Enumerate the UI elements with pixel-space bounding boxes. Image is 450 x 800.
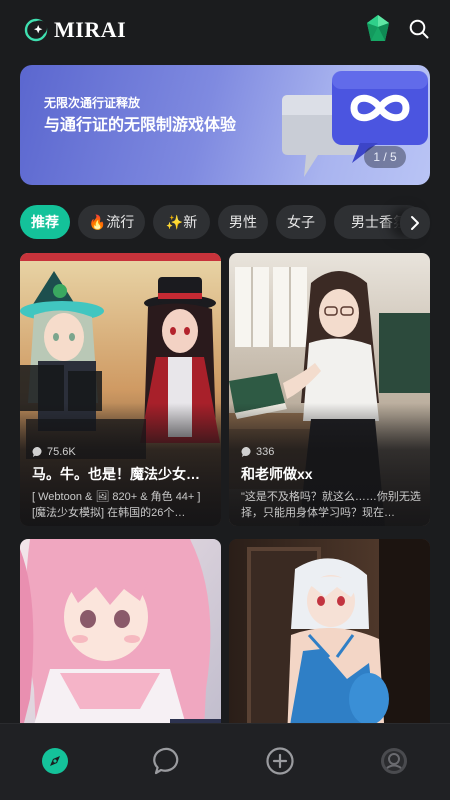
tabs-scroll-right-button[interactable] — [400, 207, 430, 239]
tab-male[interactable]: 男性 — [218, 205, 268, 239]
search-icon[interactable] — [408, 18, 430, 40]
promo-banner[interactable]: 无限次通行证释放 与通行证的无限制游戏体验 — [20, 65, 430, 185]
card-description: [ Webtoon & 🖼 820+ & 角色 44+ ] [魔法少女模拟] 在… — [32, 491, 201, 519]
plus-circle-icon[interactable] — [265, 746, 295, 776]
card-title: 马。牛。也是！魔法少女… — [32, 466, 200, 482]
card-title: 和老师做xx — [241, 466, 313, 482]
card-views-count: 336 — [256, 446, 275, 458]
tab-new[interactable]: ✨新 — [153, 205, 210, 239]
tab-recommended[interactable]: 推荐 — [20, 205, 70, 239]
speech-bubble-infinity-art — [282, 71, 428, 177]
story-card[interactable]: 336 和老师做xx "这是不及格吗？就这么……你别无选择，只能用身体学习吗？现… — [229, 253, 430, 526]
card-description: "这是不及格吗？就这么……你别无选择，只能用身体学习吗？现在… — [241, 491, 421, 519]
app-name: MIRAI — [54, 17, 127, 42]
card-views-count: 75.6K — [47, 446, 76, 458]
banner-page-indicator: 1 / 5 — [364, 146, 406, 168]
chat-bubble-small-icon — [241, 446, 251, 457]
app-screen: MIRAI 无限次通行证释放 与通行证的无限制游戏体验 1 / 5 推荐 🔥流行… — [0, 0, 450, 800]
bottom-navigation — [0, 723, 450, 800]
card-views: 336 — [241, 444, 274, 460]
chevron-right-icon — [411, 216, 419, 230]
top-header: MIRAI — [0, 0, 450, 58]
story-card[interactable]: 75.6K 马。牛。也是！魔法少女… [ Webtoon & 🖼 820+ & … — [20, 253, 221, 526]
category-tabs: 推荐 🔥流行 ✨新 男性 女子 男士香氛 — [20, 205, 430, 241]
compass-icon[interactable] — [40, 746, 70, 776]
card-views: 75.6K — [32, 444, 76, 460]
chat-bubble-small-icon — [32, 446, 42, 457]
profile-icon[interactable] — [379, 746, 409, 776]
green-gem-icon[interactable] — [365, 14, 391, 44]
app-logo[interactable]: MIRAI — [24, 16, 126, 44]
tab-female[interactable]: 女子 — [276, 205, 326, 239]
tab-popular[interactable]: 🔥流行 — [78, 205, 145, 239]
chat-bubble-icon[interactable] — [153, 746, 183, 776]
banner-title: 与通行证的无限制游戏体验 — [44, 117, 237, 134]
banner-subtitle: 无限次通行证释放 — [44, 96, 141, 110]
crescent-moon-logo-icon — [24, 18, 48, 42]
